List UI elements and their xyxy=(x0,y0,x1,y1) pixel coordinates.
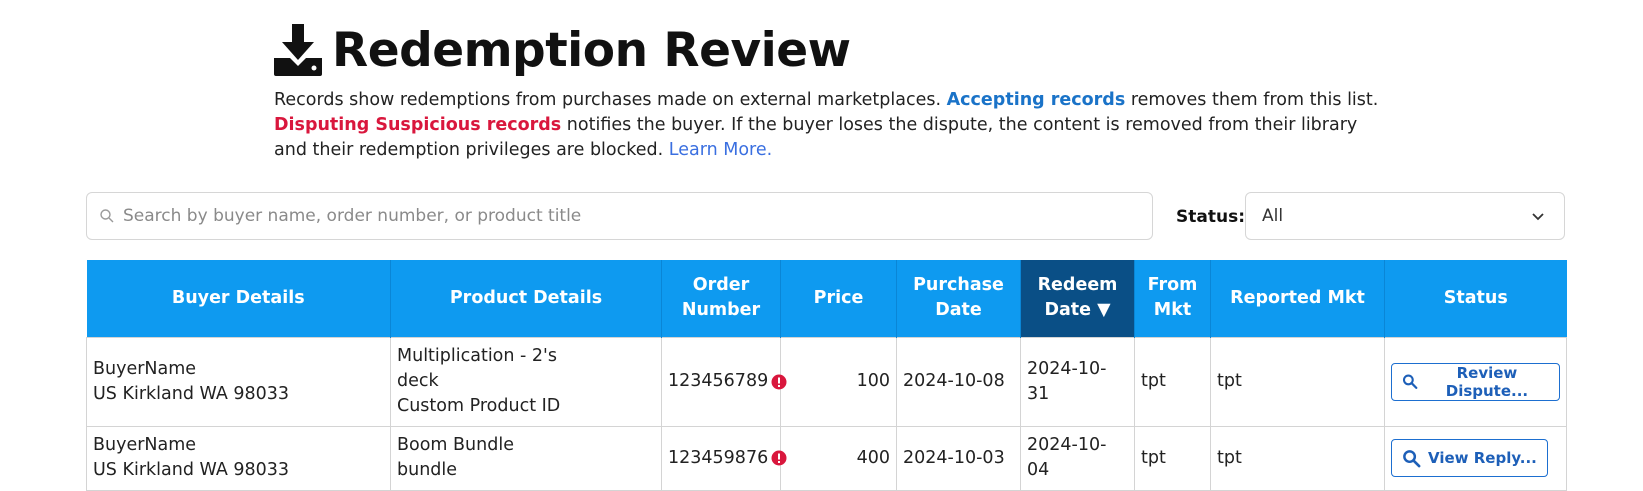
buyer-location: US Kirkland WA 98033 xyxy=(93,460,290,480)
description-intro: Records show redemptions from purchases … xyxy=(274,90,942,110)
status-select[interactable]: All xyxy=(1245,192,1565,240)
purchase-date-cell: 2024-10-08 xyxy=(896,336,1021,427)
download-icon xyxy=(274,24,322,76)
column-header-from-mkt[interactable]: From Mkt xyxy=(1134,260,1211,337)
accepting-records-label: Accepting records xyxy=(946,90,1126,110)
column-header-status[interactable]: Status xyxy=(1384,260,1567,337)
product-id: Custom Product ID xyxy=(397,396,561,416)
buyer-location: US Kirkland WA 98033 xyxy=(93,383,290,404)
disputing-records-label: Disputing Suspicious records xyxy=(274,115,562,135)
from-mkt-cell: tpt xyxy=(1134,425,1211,491)
review-dispute-button[interactable]: Review Dispute... xyxy=(1391,362,1560,401)
page-header: Redemption Review Records show redemptio… xyxy=(274,18,1394,163)
title-row: Redemption Review xyxy=(274,18,1394,82)
price-cell: 400 xyxy=(780,425,897,491)
order-number-cell: 123456789 xyxy=(661,336,787,427)
buyer-details-cell: BuyerName US Kirkland WA 98033 xyxy=(86,425,391,491)
reported-mkt-cell: tpt xyxy=(1210,425,1385,491)
order-number: 123459876 xyxy=(668,447,769,468)
status-cell: View Reply... xyxy=(1384,425,1567,491)
page-title: Redemption Review xyxy=(332,22,851,78)
product-title: Boom Bundle xyxy=(397,435,514,455)
learn-more-link[interactable]: Learn More. xyxy=(669,140,772,160)
status-filter-label: Status: xyxy=(1176,207,1245,227)
column-header-price[interactable]: Price xyxy=(780,260,897,337)
alert-icon xyxy=(771,374,787,389)
product-type: deck xyxy=(397,371,439,391)
buyer-name: BuyerName xyxy=(93,435,197,455)
redeem-date-cell: 2024-10-31 xyxy=(1020,336,1135,427)
column-header-purchase-date[interactable]: Purchase Date xyxy=(896,260,1021,337)
redeem-date-cell: 2024-10-04 xyxy=(1020,425,1135,491)
product-details-cell: Multiplication - 2's deck Custom Product… xyxy=(390,336,662,427)
search-icon xyxy=(100,209,114,223)
table-row: BuyerName US Kirkland WA 98033 Boom Bund… xyxy=(86,425,1567,491)
column-header-order-number[interactable]: Order Number xyxy=(661,260,781,337)
status-select-value: All xyxy=(1262,206,1284,226)
product-title: Multiplication - 2's xyxy=(397,346,557,366)
column-header-product-details[interactable]: Product Details xyxy=(390,260,662,337)
product-type: bundle xyxy=(397,460,458,480)
price-cell: 100 xyxy=(780,336,897,427)
records-table: Buyer Details Product Details Order Numb… xyxy=(86,260,1567,491)
column-header-redeem-date[interactable]: Redeem Date ▼ xyxy=(1020,260,1135,337)
table-header-row: Buyer Details Product Details Order Numb… xyxy=(86,260,1567,337)
from-mkt-cell: tpt xyxy=(1134,336,1211,427)
buyer-name: BuyerName xyxy=(93,358,197,379)
order-number: 123456789 xyxy=(668,371,769,391)
table-row: BuyerName US Kirkland WA 98033 Multiplic… xyxy=(86,336,1567,427)
search-icon xyxy=(1402,374,1418,389)
purchase-date-cell: 2024-10-03 xyxy=(896,425,1021,491)
chevron-down-icon xyxy=(1532,213,1544,221)
status-cell: Review Dispute... xyxy=(1384,336,1567,427)
description-mid: removes them from this list. xyxy=(1130,90,1379,110)
alert-icon xyxy=(771,450,787,466)
search-input[interactable] xyxy=(121,205,1121,227)
order-number-cell: 123459876 xyxy=(661,425,787,491)
column-header-reported-mkt[interactable]: Reported Mkt xyxy=(1210,260,1385,337)
view-reply-label: View Reply... xyxy=(1428,449,1537,467)
column-header-buyer-details[interactable]: Buyer Details xyxy=(86,260,391,337)
search-icon xyxy=(1403,449,1421,467)
product-details-cell: Boom Bundle bundle xyxy=(390,425,662,491)
review-dispute-label: Review Dispute... xyxy=(1445,363,1529,400)
search-box[interactable] xyxy=(86,192,1153,240)
buyer-details-cell: BuyerName US Kirkland WA 98033 xyxy=(86,336,391,427)
page-description: Records show redemptions from purchases … xyxy=(274,88,1394,163)
reported-mkt-cell: tpt xyxy=(1210,336,1385,427)
view-reply-button[interactable]: View Reply... xyxy=(1391,439,1548,477)
